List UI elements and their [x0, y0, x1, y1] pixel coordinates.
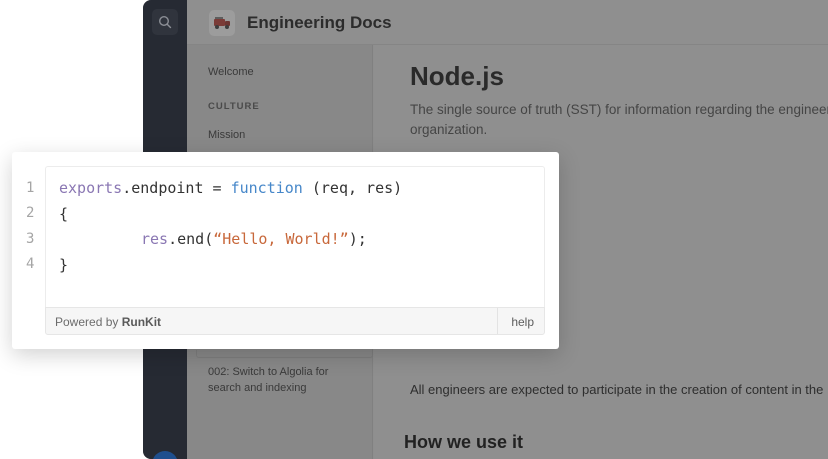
app-header: Engineering Docs — [187, 0, 828, 45]
fire-truck-icon — [214, 17, 230, 29]
code-line-4: } — [59, 256, 69, 274]
sidebar-card — [196, 350, 373, 358]
code-token-end: .end( — [168, 230, 214, 248]
search-icon — [158, 15, 172, 29]
app-logo[interactable] — [209, 10, 235, 36]
powered-by-prefix: Powered by — [55, 315, 122, 329]
code-token-res: res — [141, 230, 169, 248]
line-number-gutter: 1 2 3 4 — [12, 152, 45, 349]
code-line-1: exports.endpoint = function (req, res) — [59, 179, 402, 197]
page-lead: The single source of truth (SST) for inf… — [410, 100, 828, 140]
sidebar-item-welcome[interactable]: Welcome — [208, 64, 254, 80]
body-paragraph: All engineers are expected to participat… — [410, 382, 824, 397]
app-title: Engineering Docs — [247, 13, 392, 32]
sidebar-item-mission[interactable]: Mission — [208, 127, 245, 143]
sidebar-section-culture: CULTURE — [208, 101, 260, 112]
runkit-embed: 1 2 3 4 exports.endpoint = function (req… — [12, 152, 559, 349]
page-title: Node.js — [410, 61, 504, 91]
avatar[interactable] — [152, 451, 178, 459]
code-token-close: ); — [348, 230, 367, 248]
screen: Engineering Docs Welcome CULTURE Mission… — [0, 0, 828, 459]
code-line-3: res.end(“Hello, World!”); — [141, 230, 367, 248]
sidebar-item-algolia-line2[interactable]: search and indexing — [208, 380, 306, 396]
line-number: 2 — [26, 205, 35, 221]
line-number: 1 — [26, 180, 35, 196]
powered-by-label: Powered by RunKit — [55, 315, 161, 329]
line-number: 3 — [26, 231, 35, 247]
search-button[interactable] — [152, 9, 178, 35]
line-number: 4 — [26, 256, 35, 272]
runkit-footer: Powered by RunKit help — [45, 307, 545, 335]
help-link[interactable]: help — [511, 315, 534, 329]
code-token-params: (req, res) — [302, 179, 403, 197]
code-token-endpoint: .endpoint = — [122, 179, 231, 197]
sidebar-item-algolia-line1[interactable]: 002: Switch to Algolia for — [208, 364, 328, 380]
runkit-link[interactable]: RunKit — [122, 315, 161, 329]
page-lead-line-1: The single source of truth (SST) for inf… — [410, 102, 828, 117]
code-editor[interactable]: exports.endpoint = function (req, res) {… — [45, 166, 545, 307]
page-lead-line-2: organization. — [410, 122, 488, 137]
section-heading: How we use it — [404, 432, 524, 452]
code-token-exports: exports — [59, 179, 123, 197]
code-token-function: function — [230, 179, 303, 197]
code-line-2: { — [59, 205, 69, 223]
code-token-string: “Hello, World!” — [213, 230, 349, 248]
footer-divider — [497, 308, 498, 334]
